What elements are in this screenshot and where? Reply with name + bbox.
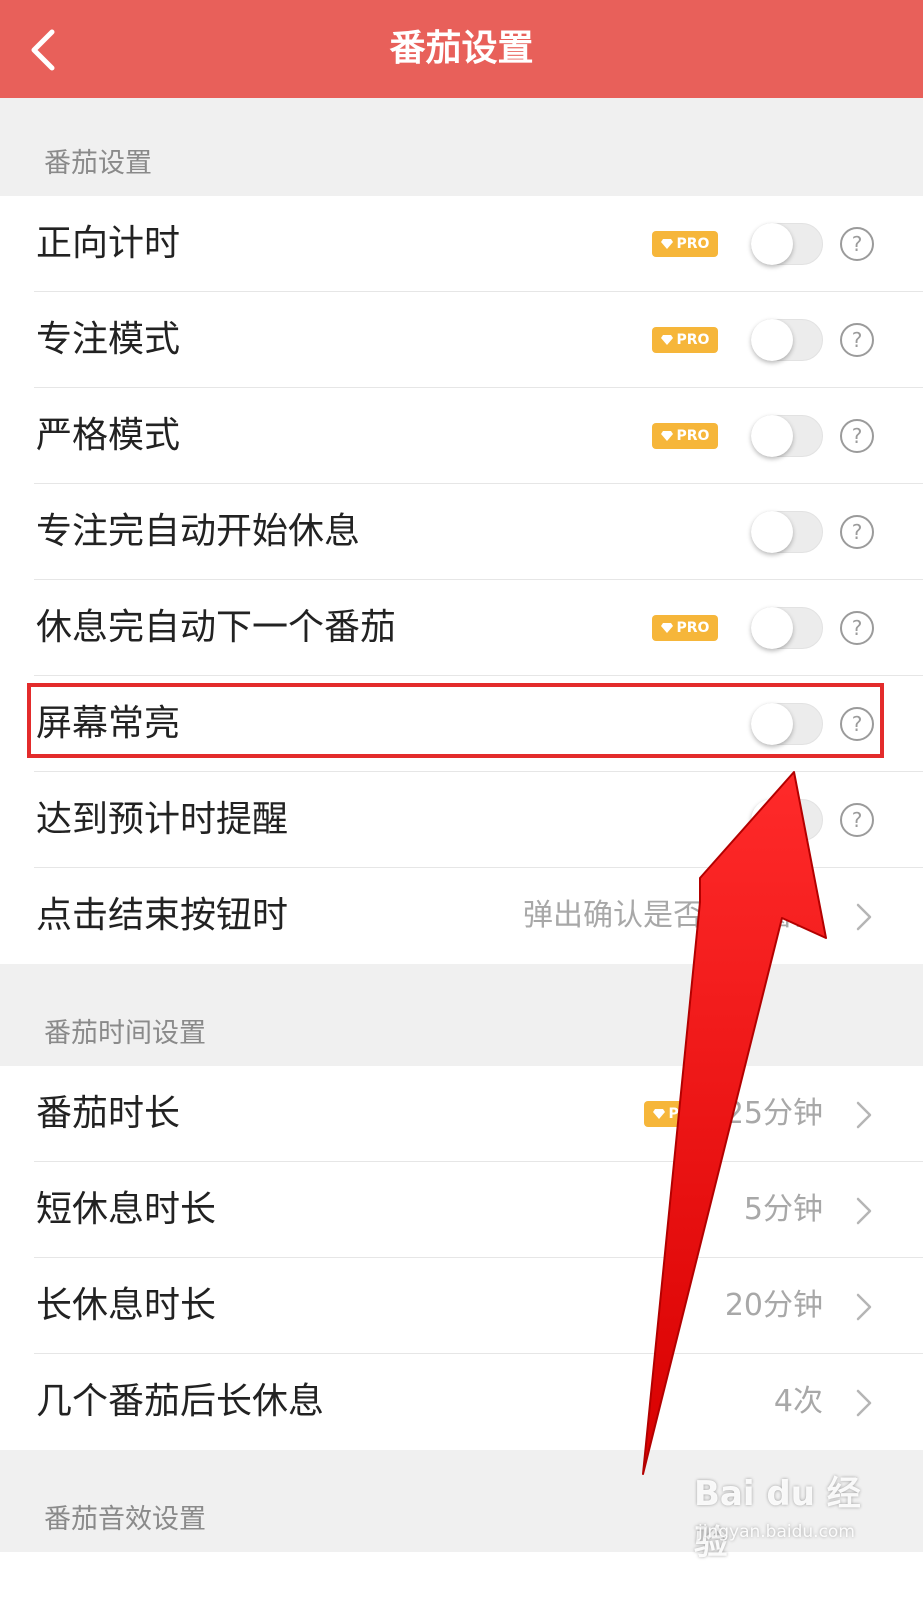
setting-label: 点击结束按钮时 — [36, 895, 289, 936]
toggle-switch[interactable] — [751, 607, 823, 649]
diamond-icon — [660, 623, 673, 633]
chevron-right-icon — [856, 1197, 872, 1225]
diamond-icon — [660, 239, 673, 249]
setting-label: 几个番茄后长休息 — [36, 1381, 325, 1422]
help-icon[interactable]: ? — [840, 419, 874, 453]
setting-label: 严格模式 — [36, 415, 181, 456]
setting-label: 屏幕常亮 — [36, 703, 181, 744]
section-header-pomodoro-settings: 番茄设置 — [0, 98, 923, 196]
setting-row-end-button-action[interactable]: 点击结束按钮时 弹出确认是否结束窗口 — [0, 868, 923, 964]
setting-row-long-break[interactable]: 长休息时长 20分钟 — [0, 1258, 923, 1354]
help-icon[interactable]: ? — [840, 707, 874, 741]
pro-badge: PRO — [652, 615, 718, 641]
setting-row-count-up[interactable]: 正向计时 PRO ? — [0, 196, 923, 292]
pro-badge: PRO — [644, 1101, 710, 1127]
setting-label: 达到预计时提醒 — [36, 799, 289, 840]
nav-bar: 番茄设置 — [0, 0, 923, 98]
setting-row-estimate-reminder[interactable]: 达到预计时提醒 ? — [0, 772, 923, 868]
diamond-icon — [652, 1109, 665, 1119]
diamond-icon — [660, 335, 673, 345]
section-title: 番茄音效设置 — [44, 1504, 206, 1535]
settings-group-pomodoro: 正向计时 PRO ? 专注模式 PRO ? 严格模式 PRO ? 专注完自动开始… — [0, 196, 923, 964]
help-icon[interactable]: ? — [840, 515, 874, 549]
chevron-right-icon — [856, 903, 872, 931]
toggle-switch[interactable] — [751, 703, 823, 745]
setting-value: 5分钟 — [743, 1192, 823, 1227]
toggle-switch[interactable] — [751, 223, 823, 265]
diamond-icon — [660, 431, 673, 441]
setting-label: 长休息时长 — [36, 1285, 217, 1326]
chevron-right-icon — [856, 1293, 872, 1321]
pro-badge: PRO — [652, 231, 718, 257]
setting-value: 25分钟 — [724, 1096, 823, 1131]
chevron-right-icon — [856, 1389, 872, 1417]
setting-label: 休息完自动下一个番茄 — [36, 607, 397, 648]
watermark-url: jingyan.baidu.com — [698, 1522, 855, 1542]
help-icon[interactable]: ? — [840, 323, 874, 357]
chevron-right-icon — [856, 1101, 872, 1129]
setting-value: 弹出确认是否结束窗口 — [523, 898, 823, 933]
section-title: 番茄时间设置 — [44, 1018, 206, 1049]
section-title: 番茄设置 — [44, 148, 152, 179]
setting-label: 专注完自动开始休息 — [36, 511, 361, 552]
page-title: 番茄设置 — [389, 28, 534, 69]
setting-row-keep-screen-on[interactable]: 屏幕常亮 ? — [0, 676, 923, 772]
setting-value: 20分钟 — [724, 1288, 823, 1323]
setting-row-pomodoro-length[interactable]: 番茄时长 PRO 25分钟 — [0, 1066, 923, 1162]
help-icon[interactable]: ? — [840, 611, 874, 645]
watermark-logo: Bai du 经验 — [694, 1474, 861, 1563]
setting-label: 专注模式 — [36, 319, 181, 360]
setting-row-auto-next-pomodoro[interactable]: 休息完自动下一个番茄 PRO ? — [0, 580, 923, 676]
pro-badge: PRO — [652, 423, 718, 449]
setting-label: 正向计时 — [36, 223, 181, 264]
setting-row-short-break[interactable]: 短休息时长 5分钟 — [0, 1162, 923, 1258]
section-header-time-settings: 番茄时间设置 — [0, 964, 923, 1066]
toggle-switch[interactable] — [751, 799, 823, 841]
toggle-switch[interactable] — [751, 415, 823, 457]
setting-value: 4次 — [773, 1384, 823, 1419]
setting-row-strict-mode[interactable]: 严格模式 PRO ? — [0, 388, 923, 484]
help-icon[interactable]: ? — [840, 803, 874, 837]
toggle-switch[interactable] — [751, 511, 823, 553]
setting-label: 短休息时长 — [36, 1189, 217, 1230]
baidu-jingyan-watermark: Bai du 经验 jingyan.baidu.com — [694, 1466, 864, 1563]
setting-row-long-break-interval[interactable]: 几个番茄后长休息 4次 — [0, 1354, 923, 1450]
setting-label: 番茄时长 — [36, 1093, 181, 1134]
setting-row-auto-start-break[interactable]: 专注完自动开始休息 ? — [0, 484, 923, 580]
settings-group-time: 番茄时长 PRO 25分钟 短休息时长 5分钟 长休息时长 20分钟 几个番茄后… — [0, 1066, 923, 1450]
toggle-switch[interactable] — [751, 319, 823, 361]
pro-badge: PRO — [652, 327, 718, 353]
help-icon[interactable]: ? — [840, 227, 874, 261]
setting-row-focus-mode[interactable]: 专注模式 PRO ? — [0, 292, 923, 388]
